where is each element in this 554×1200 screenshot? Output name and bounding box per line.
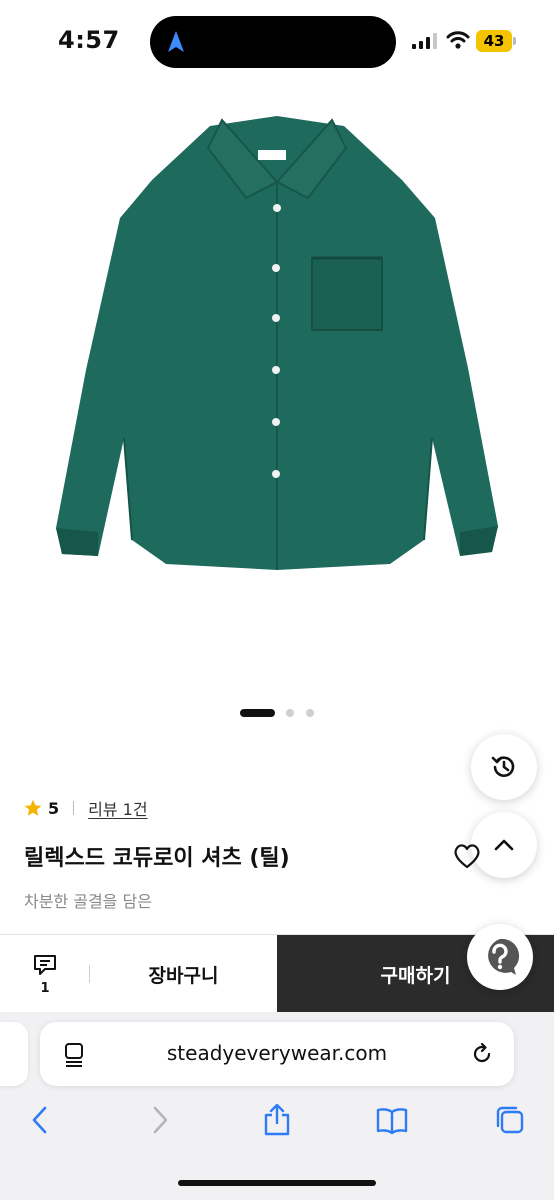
heart-icon[interactable]	[452, 842, 482, 870]
comment-icon	[34, 955, 56, 975]
address-bar[interactable]: steadyeverywear.com	[40, 1022, 514, 1086]
rating-score: 5	[48, 798, 60, 818]
product-title: 릴렉스드 코듀로이 셔츠 (틸)	[24, 846, 290, 871]
help-button[interactable]	[467, 924, 533, 990]
dynamic-island	[150, 16, 396, 68]
review-link[interactable]: 리뷰 1건	[88, 796, 147, 820]
carousel-dot-active[interactable]	[240, 709, 275, 717]
home-indicator	[178, 1180, 376, 1186]
battery-level: 43	[476, 30, 512, 52]
star-icon	[24, 799, 42, 816]
product-subtitle: 차분한 골결을 담은	[24, 892, 152, 911]
carousel-indicator	[0, 708, 554, 718]
chevron-up-icon	[494, 839, 514, 851]
browser-toolbar: steadyeverywear.com	[0, 1012, 554, 1200]
rating-row: 5 리뷰 1건	[24, 796, 148, 820]
bookmarks-icon[interactable]	[376, 1104, 408, 1136]
location-arrow-icon	[168, 31, 184, 52]
question-icon	[488, 938, 520, 975]
divider	[73, 801, 75, 815]
status-bar: 4:57 43	[0, 0, 554, 84]
carousel-dot[interactable]	[306, 709, 314, 717]
battery-tip	[513, 37, 516, 45]
comment-count: 1	[40, 981, 50, 996]
wifi-icon	[446, 31, 470, 49]
reload-icon[interactable]	[470, 1042, 494, 1066]
add-to-cart-button[interactable]: 장바구니	[90, 935, 277, 1013]
tabs-icon[interactable]	[494, 1104, 526, 1136]
page-settings-icon[interactable]	[62, 1042, 86, 1068]
url-text[interactable]: steadyeverywear.com	[100, 1041, 454, 1065]
share-icon[interactable]	[261, 1104, 293, 1136]
status-time: 4:57	[58, 26, 120, 54]
history-icon	[491, 756, 515, 777]
previous-tab-peek[interactable]	[0, 1022, 28, 1086]
product-image[interactable]	[40, 108, 514, 580]
cellular-signal-icon	[412, 33, 437, 49]
carousel-dot[interactable]	[286, 709, 294, 717]
recent-history-button[interactable]	[471, 734, 537, 800]
forward-icon[interactable]	[144, 1104, 176, 1136]
comment-button[interactable]: 1	[0, 935, 90, 1013]
back-icon[interactable]	[24, 1104, 56, 1136]
